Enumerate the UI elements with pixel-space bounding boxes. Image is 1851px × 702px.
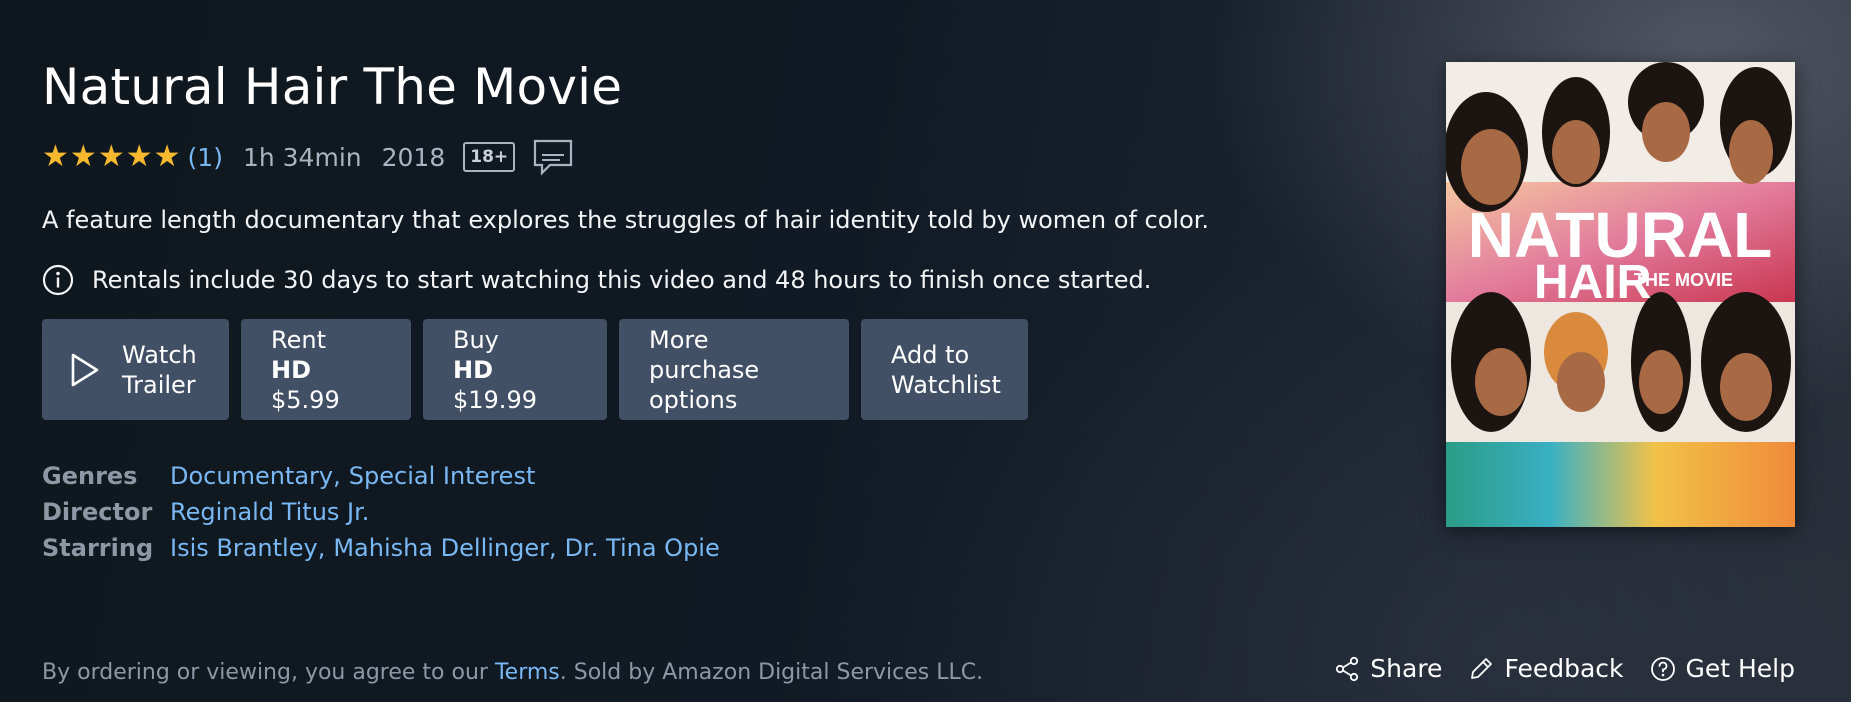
legal-text: By ordering or viewing, you agree to our… — [42, 660, 983, 685]
movie-poster: NATURAL HAIR THE MOVIE — [1446, 62, 1795, 527]
watchlist-label-1: Add to — [891, 340, 970, 369]
runtime: 1h 34min — [242, 142, 362, 172]
buy-quality: HD — [453, 355, 494, 384]
star-icon: ★ — [125, 139, 153, 174]
separator: , — [549, 534, 557, 562]
details-list: Genres Documentary, Special Interest Dir… — [42, 458, 720, 566]
get-help-label: Get Help — [1685, 654, 1796, 683]
release-year: 2018 — [381, 142, 446, 172]
action-buttons: Watch Trailer Rent HD $5.99 Buy HD $19.9… — [42, 319, 1040, 420]
share-button[interactable]: Share — [1334, 654, 1442, 683]
cast-link-1[interactable]: Isis Brantley — [170, 534, 318, 562]
starring-label: Starring — [42, 534, 154, 562]
director-link[interactable]: Reginald Titus Jr. — [170, 498, 369, 526]
buy-button[interactable]: Buy HD $19.99 — [423, 319, 607, 420]
share-icon — [1336, 656, 1359, 681]
starring-row: Starring Isis Brantley, Mahisha Dellinge… — [42, 530, 720, 566]
buy-label: Buy — [453, 325, 499, 354]
separator: , — [317, 534, 326, 562]
feedback-label: Feedback — [1504, 654, 1624, 683]
director-row: Director Reginald Titus Jr. — [42, 494, 720, 530]
genres-label: Genres — [42, 462, 138, 490]
genre-link-special-interest[interactable]: Special Interest — [349, 462, 536, 490]
genre-link-documentary[interactable]: Documentary — [170, 462, 333, 490]
rental-note: Rentals include 30 days to start watchin… — [42, 264, 1151, 296]
more-purchase-options-button[interactable]: More purchase options — [619, 319, 849, 420]
add-to-watchlist-button[interactable]: Add to Watchlist — [861, 319, 1028, 420]
page-title: Natural Hair The Movie — [42, 58, 623, 116]
legal-suffix: . Sold by Amazon Digital Services LLC. — [559, 660, 984, 685]
star-icon: ★ — [69, 139, 97, 174]
meta-row: ★ ★ ★ ★ ★ (1) 1h 34min 2018 18+ — [42, 138, 573, 176]
share-label: Share — [1370, 654, 1443, 683]
feedback-button[interactable]: Feedback — [1468, 654, 1624, 683]
poster-title-line-3: THE MOVIE — [1634, 270, 1733, 290]
rental-note-text: Rentals include 30 days to start watchin… — [92, 266, 1152, 294]
watchlist-label-2: Watchlist — [891, 370, 1001, 399]
buy-price: $19.99 — [453, 385, 537, 414]
watch-trailer-label-2: Trailer — [122, 370, 196, 399]
cast-link-2[interactable]: Mahisha Dellinger — [333, 534, 549, 562]
star-icon: ★ — [42, 139, 69, 174]
watch-trailer-button[interactable]: Watch Trailer — [42, 319, 229, 420]
more-options-label-2: options — [649, 385, 738, 414]
watch-trailer-label-1: Watch — [122, 340, 197, 369]
pencil-icon — [1471, 657, 1493, 679]
separator: , — [333, 462, 341, 490]
age-rating-badge[interactable]: 18+ — [463, 142, 516, 172]
info-icon — [42, 264, 74, 296]
buy-price-line: HD $19.99 — [453, 355, 577, 415]
help-icon — [1650, 656, 1675, 681]
genres-row: Genres Documentary, Special Interest — [42, 458, 720, 494]
synopsis: A feature length documentary that explor… — [42, 206, 1210, 234]
terms-link[interactable]: Terms — [495, 660, 560, 685]
rating-count-link[interactable]: (1) — [188, 143, 223, 172]
rent-button[interactable]: Rent HD $5.99 — [241, 319, 411, 420]
star-rating[interactable]: ★ ★ ★ ★ ★ — [42, 142, 182, 172]
more-options-label-1: More purchase — [649, 325, 760, 384]
footer-actions: Share Feedback Get Help — [1308, 654, 1795, 683]
subtitles-icon — [534, 139, 573, 176]
get-help-button[interactable]: Get Help — [1650, 654, 1796, 683]
rent-label: Rent — [271, 325, 326, 354]
rent-price-line: HD $5.99 — [271, 355, 381, 415]
director-label: Director — [42, 498, 153, 526]
rent-price: $5.99 — [271, 385, 340, 414]
rent-quality: HD — [271, 355, 312, 384]
poster-artwork: NATURAL HAIR THE MOVIE — [1446, 62, 1795, 527]
star-icon: ★ — [153, 139, 181, 174]
cast-link-3[interactable]: Dr. Tina Opie — [565, 534, 720, 562]
star-icon: ★ — [97, 139, 125, 174]
legal-prefix: By ordering or viewing, you agree to our — [42, 660, 495, 685]
play-icon — [71, 353, 99, 386]
